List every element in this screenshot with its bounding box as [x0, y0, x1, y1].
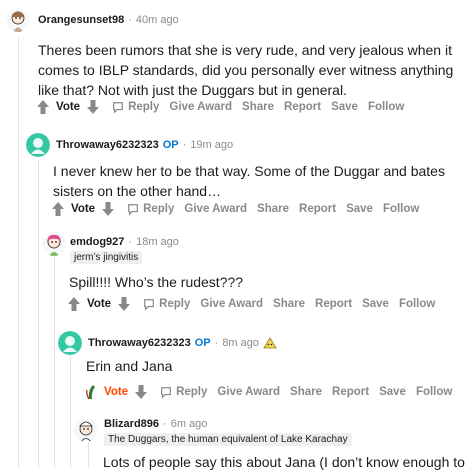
comment-actions: Vote Reply Give Award Share Report Save … — [84, 384, 462, 400]
username[interactable]: emdog927 — [70, 236, 124, 248]
comment-actions: Vote Reply Give Award Share Report Save … — [51, 201, 429, 217]
comment-body: Lots of people say this about Jana (I do… — [103, 454, 465, 470]
avatar[interactable] — [74, 418, 98, 442]
avatar[interactable] — [42, 232, 66, 256]
comment-body: I never knew her to be that way. Some of… — [53, 163, 445, 199]
avatar[interactable] — [26, 133, 50, 157]
reply-icon[interactable] — [112, 99, 124, 115]
thread-line[interactable] — [70, 354, 71, 468]
reply-button[interactable]: Reply — [159, 298, 190, 310]
give-award-button[interactable]: Give Award — [200, 298, 263, 310]
share-button[interactable]: Share — [257, 203, 289, 215]
vote-count: Vote — [71, 203, 96, 215]
username[interactable]: Throwaway6232323 — [88, 337, 191, 349]
user-flair: The Duggars, the human equivalent of Lak… — [104, 433, 352, 446]
report-button[interactable]: Report — [299, 203, 336, 215]
separator-dot: · — [182, 139, 187, 151]
comment-body: Spill!!!! Who’s the rudest??? — [69, 274, 244, 290]
comment-body: Erin and Jana — [86, 358, 173, 374]
downvote-arrow-icon[interactable] — [117, 296, 131, 312]
report-button[interactable]: Report — [315, 298, 352, 310]
share-button[interactable]: Share — [290, 386, 322, 398]
timestamp[interactable]: 19m ago — [190, 139, 233, 151]
separator-dot: · — [128, 14, 132, 26]
report-button[interactable]: Report — [284, 101, 321, 113]
share-button[interactable]: Share — [242, 101, 274, 113]
follow-button[interactable]: Follow — [416, 386, 452, 398]
follow-button[interactable]: Follow — [368, 101, 404, 113]
save-button[interactable]: Save — [346, 203, 373, 215]
share-button[interactable]: Share — [273, 298, 305, 310]
username[interactable]: Blizard896 — [104, 418, 159, 430]
save-button[interactable]: Save — [379, 386, 406, 398]
award-icon — [263, 337, 277, 349]
comment-actions: Vote Reply Give Award Share Report Save … — [36, 99, 414, 115]
username[interactable]: Orangesunset98 — [38, 14, 124, 26]
separator-dot: · — [128, 236, 133, 248]
user-flair: jerm’s jingivitis — [70, 251, 143, 264]
downvote-arrow-icon[interactable] — [101, 201, 115, 217]
separator-dot: · — [214, 337, 219, 349]
reply-icon[interactable] — [143, 296, 155, 312]
upvote-arrow-icon[interactable] — [84, 384, 98, 400]
vote-count: Vote — [56, 101, 81, 113]
thread-line[interactable] — [88, 442, 89, 468]
give-award-button[interactable]: Give Award — [184, 203, 247, 215]
vote-count: Vote — [104, 386, 129, 398]
thread-line[interactable] — [54, 256, 55, 468]
reply-icon[interactable] — [160, 384, 172, 400]
save-button[interactable]: Save — [362, 298, 389, 310]
give-award-button[interactable]: Give Award — [217, 386, 280, 398]
timestamp[interactable]: 6m ago — [171, 418, 208, 430]
username[interactable]: Throwaway6232323 — [56, 139, 159, 151]
reply-button[interactable]: Reply — [143, 203, 174, 215]
downvote-arrow-icon[interactable] — [134, 384, 148, 400]
avatar[interactable] — [6, 8, 30, 32]
avatar[interactable] — [58, 331, 82, 355]
thread-line[interactable] — [18, 38, 19, 468]
upvote-arrow-icon[interactable] — [36, 99, 50, 115]
timestamp[interactable]: 18m ago — [136, 236, 179, 248]
comment-actions: Vote Reply Give Award Share Report Save … — [67, 296, 445, 312]
upvote-arrow-icon[interactable] — [67, 296, 81, 312]
separator-dot: · — [163, 418, 167, 430]
upvote-arrow-icon[interactable] — [51, 201, 65, 217]
follow-button[interactable]: Follow — [383, 203, 419, 215]
report-button[interactable]: Report — [332, 386, 369, 398]
give-award-button[interactable]: Give Award — [169, 101, 232, 113]
thread-line[interactable] — [38, 160, 39, 468]
reply-button[interactable]: Reply — [176, 386, 207, 398]
save-button[interactable]: Save — [331, 101, 358, 113]
downvote-arrow-icon[interactable] — [86, 99, 100, 115]
reply-button[interactable]: Reply — [128, 101, 159, 113]
vote-count: Vote — [87, 298, 112, 310]
comment-body: Theres been rumors that she is very rude… — [38, 42, 454, 98]
op-badge: OP — [162, 139, 179, 151]
timestamp[interactable]: 40m ago — [136, 14, 179, 26]
op-badge: OP — [194, 337, 211, 349]
reply-icon[interactable] — [127, 201, 139, 217]
timestamp[interactable]: 8m ago — [222, 337, 259, 349]
follow-button[interactable]: Follow — [399, 298, 435, 310]
